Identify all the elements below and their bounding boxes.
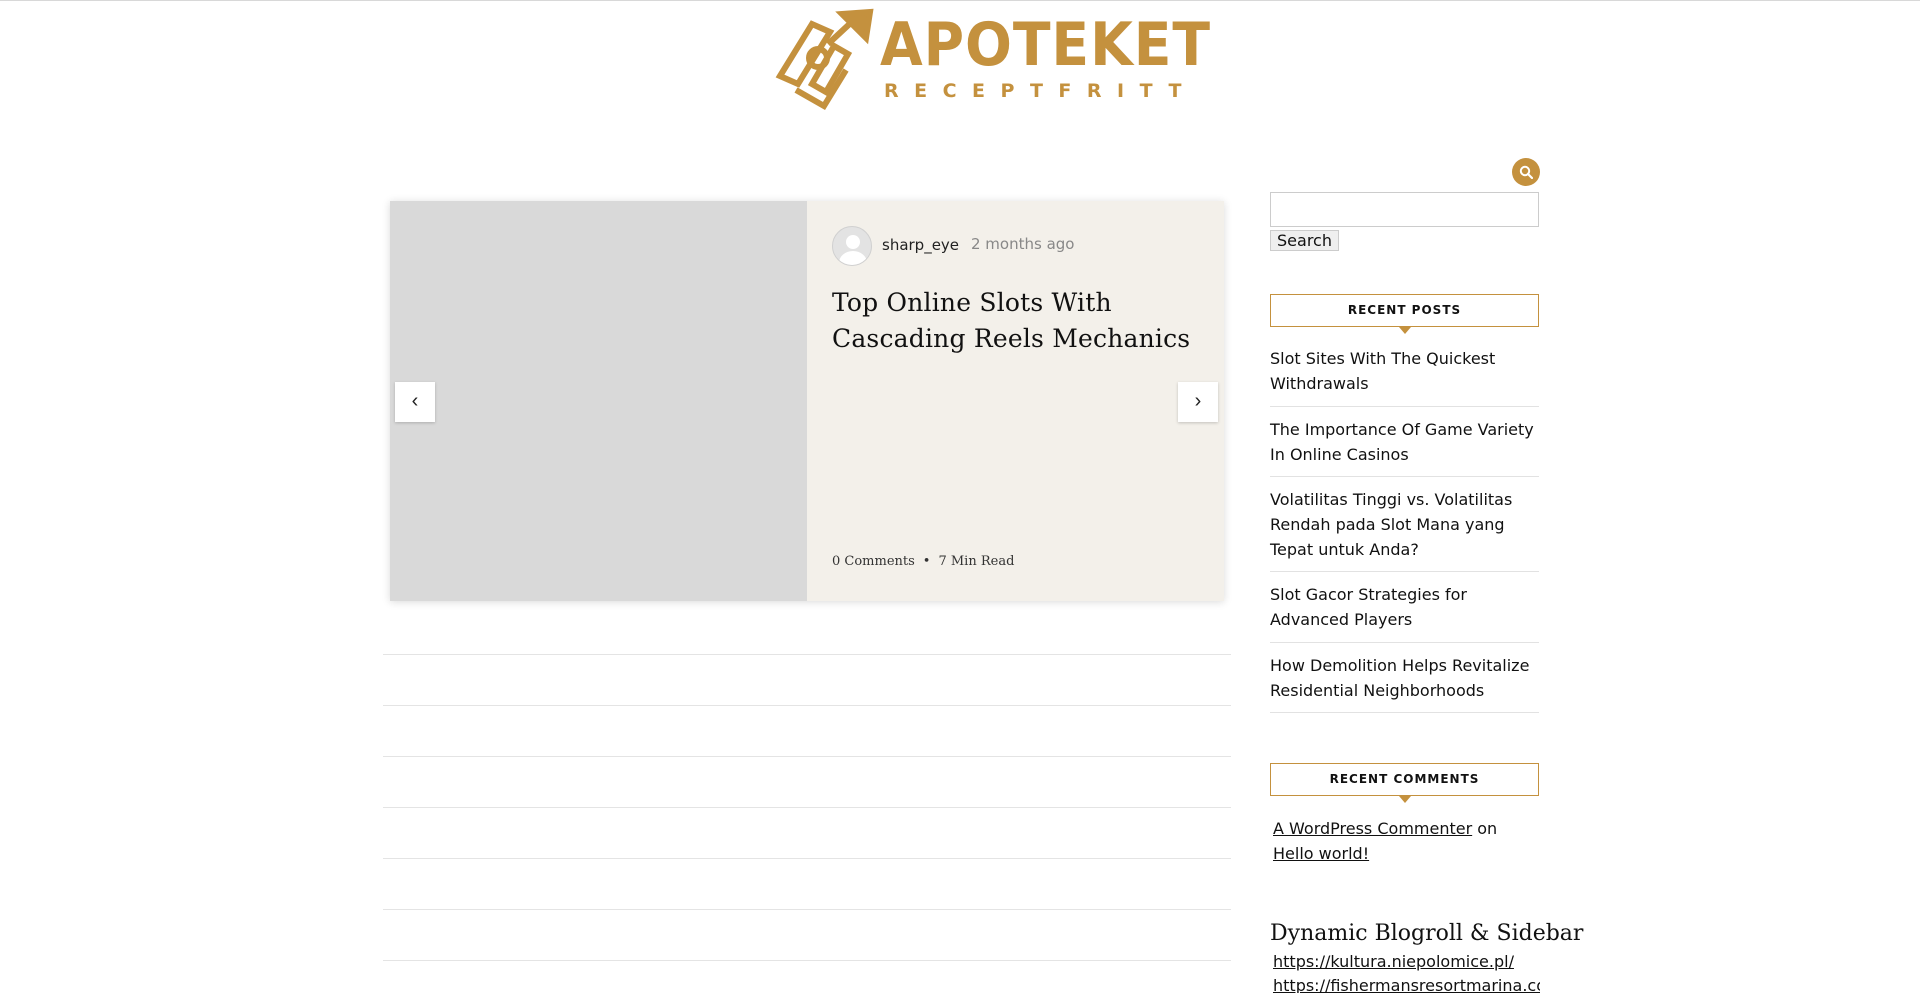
meta-separator: • xyxy=(922,554,931,569)
featured-post-content: sharp_eye 2 months ago Top Online Slots … xyxy=(807,201,1224,601)
logo-subtitle: RECEPTFRITT xyxy=(884,80,1197,102)
divider xyxy=(383,960,1231,961)
rocket-arrow-logo-icon xyxy=(775,8,874,111)
comment-on-text: on xyxy=(1477,819,1498,838)
search-icon xyxy=(1519,165,1533,179)
search-button[interactable]: Search xyxy=(1270,230,1339,251)
divider xyxy=(383,807,1231,808)
list-item[interactable]: How Demolition Helps Revitalize Resident… xyxy=(1270,643,1539,713)
list-item[interactable]: The Importance Of Game Variety In Online… xyxy=(1270,407,1539,477)
read-time: 7 Min Read xyxy=(938,554,1015,569)
blogroll-link[interactable]: https://fishermansresortmarina.com/ xyxy=(1273,976,1540,993)
recent-posts-heading: RECENT POSTS xyxy=(1270,294,1539,334)
featured-post-slider: sharp_eye 2 months ago Top Online Slots … xyxy=(390,201,1224,601)
comment-post-link[interactable]: Hello world! xyxy=(1273,844,1369,863)
blogroll-title: Dynamic Blogroll & Sidebar xyxy=(1270,921,1584,946)
post-title-link[interactable]: Top Online Slots With Cascading Reels Me… xyxy=(832,285,1212,357)
divider xyxy=(383,909,1231,910)
recent-posts-list: Slot Sites With The Quickest Withdrawals… xyxy=(1270,344,1539,713)
author-avatar[interactable] xyxy=(832,226,872,266)
comments-count[interactable]: 0 Comments xyxy=(832,554,915,569)
slider-prev-button[interactable]: ‹ xyxy=(395,382,435,422)
list-item[interactable]: Slot Sites With The Quickest Withdrawals xyxy=(1270,344,1539,407)
divider xyxy=(383,654,1231,655)
top-border xyxy=(0,0,1920,1)
recent-comments-heading: RECENT COMMENTS xyxy=(1270,763,1539,803)
author-name[interactable]: sharp_eye xyxy=(882,236,959,254)
blogroll-link[interactable]: https://kultura.niepolomice.pl/ xyxy=(1273,952,1514,971)
list-item[interactable]: Volatilitas Tinggi vs. Volatilitas Renda… xyxy=(1270,477,1539,572)
commenter-link[interactable]: A WordPress Commenter xyxy=(1273,819,1472,838)
site-logo[interactable]: APOTEKET RECEPTFRITT xyxy=(772,6,1210,114)
logo-title: APOTEKET xyxy=(880,10,1211,80)
search-toggle-button[interactable] xyxy=(1512,158,1540,186)
featured-post-image[interactable] xyxy=(390,201,807,601)
search-input[interactable] xyxy=(1270,192,1539,227)
divider xyxy=(383,705,1231,706)
recent-comments-heading-label: RECENT COMMENTS xyxy=(1329,772,1480,786)
recent-comment: A WordPress Commenter on Hello world! xyxy=(1273,816,1543,866)
divider xyxy=(383,756,1231,757)
recent-posts-heading-label: RECENT POSTS xyxy=(1347,303,1462,317)
slider-next-button[interactable]: › xyxy=(1178,382,1218,422)
divider xyxy=(383,858,1231,859)
list-item[interactable]: Slot Gacor Strategies for Advanced Playe… xyxy=(1270,572,1539,643)
blogroll-links: https://kultura.niepolomice.pl/ https://… xyxy=(1270,950,1540,993)
post-date: 2 months ago xyxy=(971,235,1075,253)
post-meta: 0 Comments • 7 Min Read xyxy=(832,554,1014,569)
